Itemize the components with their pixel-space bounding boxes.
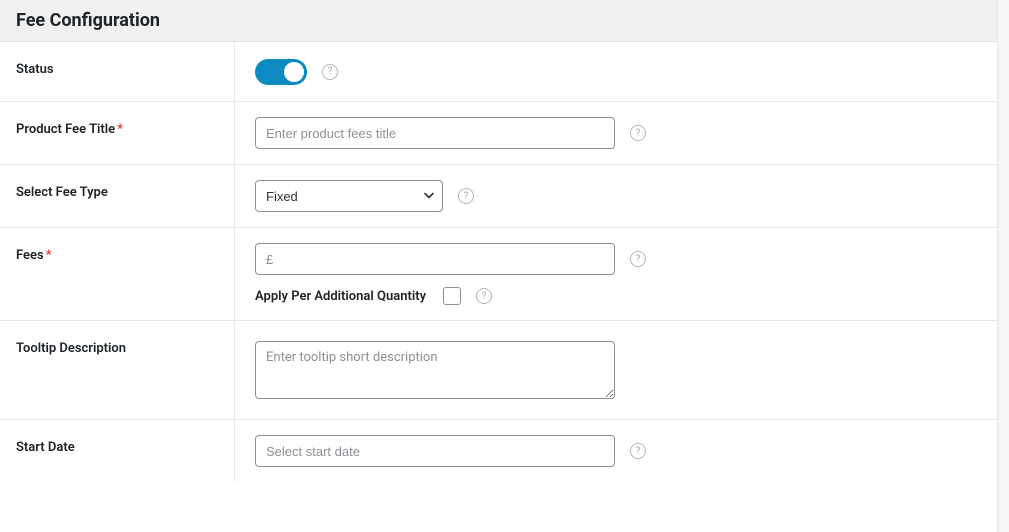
control-line: ? — [255, 435, 989, 467]
label-cell: Select Fee Type — [0, 165, 235, 227]
row-tooltip-description: Tooltip Description — [0, 321, 1009, 420]
section-header: Fee Configuration — [0, 0, 1009, 42]
product-fee-title-input[interactable] — [255, 117, 615, 149]
label-text: Product Fee Title — [16, 122, 115, 137]
row-fees: Fees* ? Apply Per Additional Quantity ? — [0, 228, 1009, 321]
control-line: ? — [255, 243, 989, 275]
control-cell: ? Apply Per Additional Quantity ? — [235, 228, 1009, 320]
fees-input[interactable] — [255, 243, 615, 275]
page-title: Fee Configuration — [16, 10, 993, 31]
control-cell: ? — [235, 420, 1009, 482]
scrollbar-track[interactable] — [997, 0, 1009, 532]
row-start-date: Start Date ? — [0, 420, 1009, 482]
status-label: Status — [16, 62, 54, 77]
help-icon[interactable]: ? — [322, 64, 338, 80]
control-line — [255, 341, 989, 399]
fees-label: Fees* — [16, 248, 52, 263]
row-status: Status ? — [0, 42, 1009, 102]
label-text: Fees — [16, 248, 44, 263]
start-date-input[interactable] — [255, 435, 615, 467]
help-icon[interactable]: ? — [630, 125, 646, 141]
row-select-fee-type: Select Fee Type Fixed ? — [0, 165, 1009, 228]
help-icon[interactable]: ? — [476, 288, 492, 304]
control-cell: ? — [235, 42, 1009, 101]
help-icon[interactable]: ? — [630, 443, 646, 459]
tooltip-description-label: Tooltip Description — [16, 341, 126, 356]
help-icon[interactable]: ? — [458, 188, 474, 204]
apply-per-qty-checkbox[interactable] — [443, 287, 461, 305]
control-cell — [235, 321, 1009, 419]
required-mark: * — [46, 248, 52, 263]
required-mark: * — [117, 122, 123, 137]
label-cell: Product Fee Title* — [0, 102, 235, 164]
label-cell: Status — [0, 42, 235, 101]
control-line: Fixed ? — [255, 180, 989, 212]
fee-type-select[interactable]: Fixed — [255, 180, 443, 212]
label-cell: Fees* — [0, 228, 235, 320]
apply-per-qty-label: Apply Per Additional Quantity — [255, 289, 426, 304]
status-toggle[interactable] — [255, 59, 307, 85]
label-cell: Tooltip Description — [0, 321, 235, 419]
select-fee-type-label: Select Fee Type — [16, 185, 108, 200]
control-line: ? — [255, 59, 989, 85]
row-product-fee-title: Product Fee Title* ? — [0, 102, 1009, 165]
label-cell: Start Date — [0, 420, 235, 482]
product-fee-title-label: Product Fee Title* — [16, 122, 123, 137]
help-icon[interactable]: ? — [630, 251, 646, 267]
start-date-label: Start Date — [16, 440, 75, 455]
toggle-knob — [284, 62, 304, 82]
control-cell: Fixed ? — [235, 165, 1009, 227]
control-cell: ? — [235, 102, 1009, 164]
apply-per-qty-line: Apply Per Additional Quantity ? — [255, 287, 989, 305]
select-wrap: Fixed — [255, 180, 443, 212]
tooltip-description-input[interactable] — [255, 341, 615, 399]
form-table: Status ? Product Fee Title* ? — [0, 42, 1009, 482]
control-line: ? — [255, 117, 989, 149]
